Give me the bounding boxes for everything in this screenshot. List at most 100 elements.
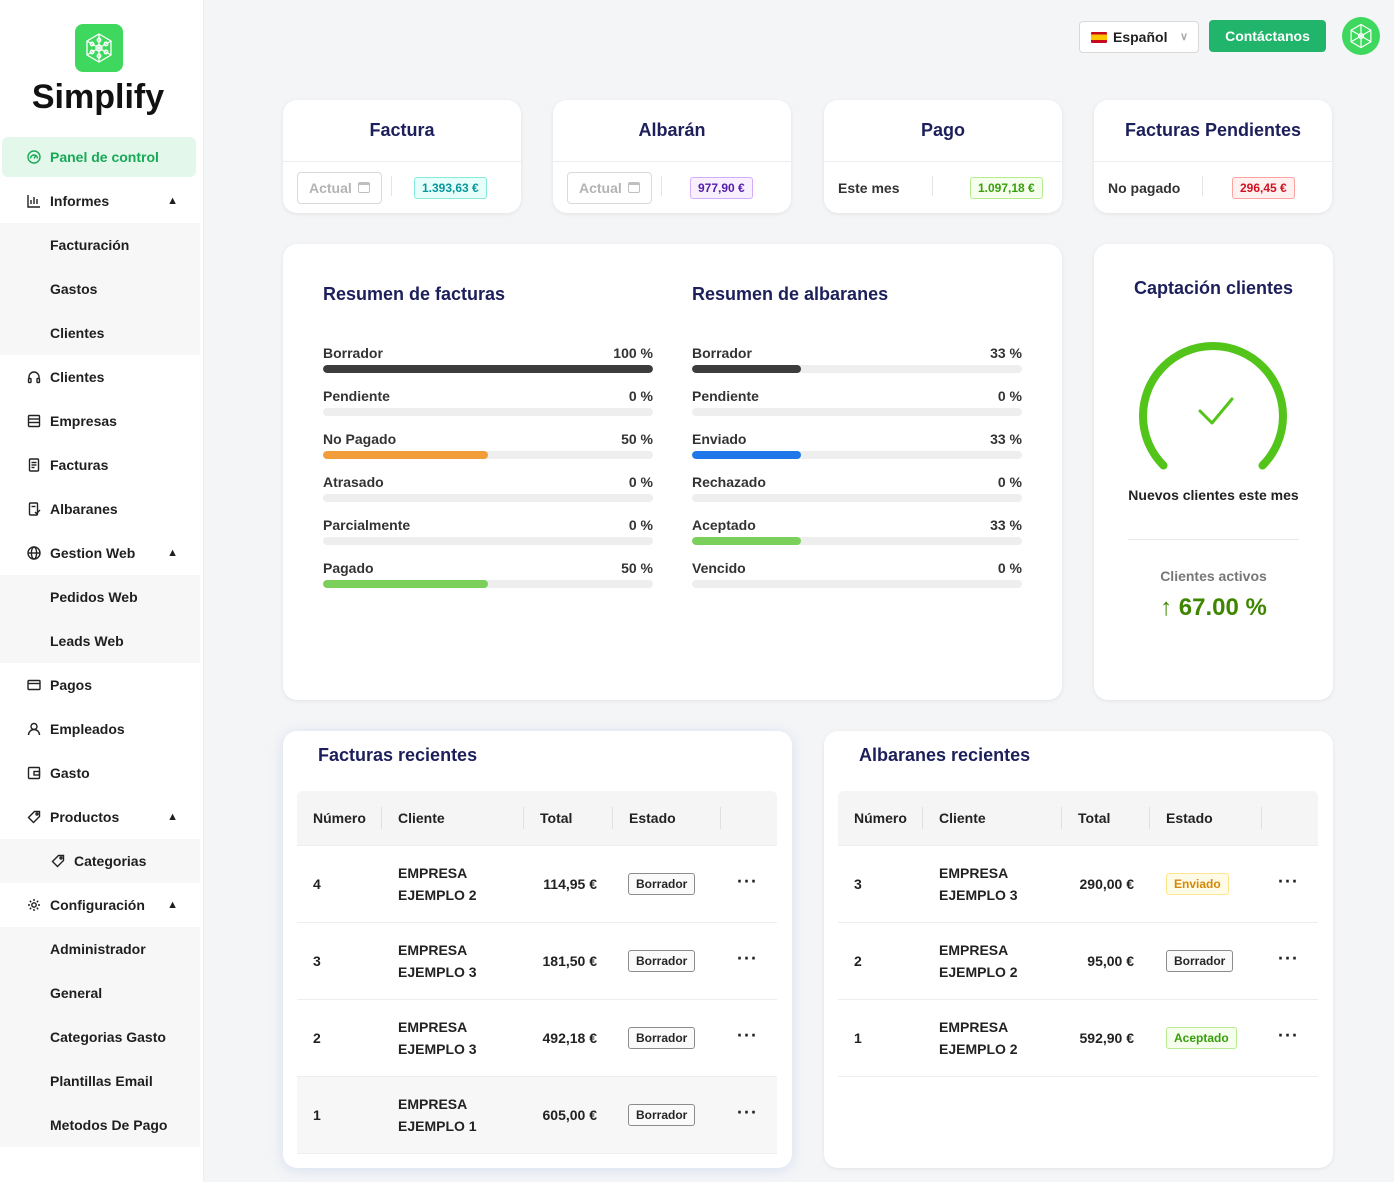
column-header[interactable]: Cliente [398, 810, 445, 826]
client-capture-card: Captación clientes Nuevos clientes este … [1094, 244, 1333, 700]
logo-icon[interactable] [75, 24, 123, 72]
sidebar-item-facturas[interactable]: Facturas [0, 443, 200, 487]
sidebar-item-empresas[interactable]: Empresas [0, 399, 200, 443]
sidebar-item-categorias[interactable]: Categorias [0, 839, 200, 883]
sidebar-item-albaranes[interactable]: Albaranes [0, 487, 200, 531]
sidebar-item-label: Clientes [50, 325, 105, 341]
recent-invoices-card: Facturas recientes Número Cliente Total … [283, 731, 792, 1168]
cell-total: 605,00 € [542, 1107, 598, 1123]
column-header[interactable]: Estado [1166, 810, 1213, 826]
progress-track [323, 365, 653, 373]
column-header[interactable]: Número [854, 810, 907, 826]
sidebar-item-gasto[interactable]: Gasto [0, 751, 200, 795]
sidebar-item-label: Empresas [50, 413, 117, 429]
sidebar-item-general[interactable]: General [0, 971, 200, 1015]
cell-numero: 3 [854, 876, 862, 892]
column-header[interactable]: Total [1078, 810, 1110, 826]
progress-percent: 0 % [997, 388, 1022, 404]
sidebar-item-clientes-report[interactable]: Clientes [0, 311, 200, 355]
column-header[interactable]: Estado [629, 810, 676, 826]
progress-track [692, 365, 1022, 373]
more-actions-icon[interactable]: ··· [1278, 948, 1299, 969]
progress-label: Pendiente [323, 388, 390, 404]
progress-row: Enviado 33 % [692, 431, 1022, 474]
sidebar-item-metodos-pago[interactable]: Metodos De Pago [0, 1103, 200, 1147]
table-row[interactable]: 3 EMPRESA EJEMPLO 3 181,50 € Borrador ··· [297, 923, 777, 1000]
progress-percent: 100 % [613, 345, 653, 361]
settings-icon [26, 897, 42, 913]
date-filter[interactable]: Actual [297, 171, 382, 204]
avatar[interactable] [1342, 17, 1380, 55]
date-filter[interactable]: Actual [567, 171, 652, 204]
progress-percent: 33 % [990, 431, 1022, 447]
more-actions-icon[interactable]: ··· [737, 871, 758, 892]
more-actions-icon[interactable]: ··· [737, 948, 758, 969]
sidebar-item-label: Gasto [50, 765, 90, 781]
table-row[interactable]: 2 EMPRESA EJEMPLO 2 95,00 € Borrador ··· [838, 923, 1318, 1000]
sidebar-item-label: Clientes [50, 369, 105, 385]
sidebar-item-categorias-gasto[interactable]: Categorias Gasto [0, 1015, 200, 1059]
sidebar-item-label: Administrador [50, 941, 146, 957]
cell-total: 181,50 € [542, 953, 598, 969]
sidebar-item-clientes[interactable]: Clientes [0, 355, 200, 399]
table-row[interactable]: 1 EMPRESA EJEMPLO 1 605,00 € Borrador ··· [297, 1077, 777, 1154]
cliente-line: EJEMPLO 1 [398, 1118, 477, 1134]
column-header[interactable]: Total [540, 810, 572, 826]
cell-cliente: EMPRESA EJEMPLO 3 [398, 939, 498, 983]
column-header[interactable]: Número [313, 810, 366, 826]
submenu-productos: Categorias [0, 839, 200, 883]
progress-row: Pagado 50 % [323, 560, 653, 603]
sidebar-item-leads-web[interactable]: Leads Web [0, 619, 200, 663]
cell-total: 592,90 € [1079, 1030, 1135, 1046]
wallet-icon [26, 765, 42, 781]
more-actions-icon[interactable]: ··· [737, 1102, 758, 1123]
kpi-value-badge: 1.097,18 € [970, 176, 1043, 199]
chevron-up-icon: ▲ [167, 899, 178, 911]
table-row[interactable]: 4 EMPRESA EJEMPLO 2 114,95 € Borrador ··· [297, 846, 777, 923]
table-row[interactable]: 2 EMPRESA EJEMPLO 3 492,18 € Borrador ··· [297, 1000, 777, 1077]
cliente-line: EMPRESA [939, 865, 1009, 881]
sidebar-item-gastos[interactable]: Gastos [0, 267, 200, 311]
user-icon [26, 721, 42, 737]
progress-track [692, 408, 1022, 416]
sidebar-item-pedidos-web[interactable]: Pedidos Web [0, 575, 200, 619]
sidebar-item-pagos[interactable]: Pagos [0, 663, 200, 707]
sidebar-item-facturacion[interactable]: Facturación [0, 223, 200, 267]
sidebar-item-empleados[interactable]: Empleados [0, 707, 200, 751]
recent-deliveries-card: Albaranes recientes Número Cliente Total… [824, 731, 1333, 1168]
progress-label: Parcialmente [323, 517, 411, 533]
divider [1202, 176, 1203, 196]
divider [612, 807, 613, 829]
cell-cliente: EMPRESA EJEMPLO 3 [398, 1016, 498, 1060]
arrow-up-icon: ↑ [1160, 594, 1173, 621]
table-row[interactable]: 3 EMPRESA EJEMPLO 3 290,00 € Enviado ··· [838, 846, 1318, 923]
sidebar-item-administrador[interactable]: Administrador [0, 927, 200, 971]
progress-track [323, 537, 653, 545]
sidebar-item-informes[interactable]: Informes ▲ [0, 179, 200, 223]
more-actions-icon[interactable]: ··· [1278, 871, 1299, 892]
more-actions-icon[interactable]: ··· [1278, 1025, 1299, 1046]
cell-total: 492,18 € [542, 1030, 598, 1046]
progress-fill [323, 365, 653, 373]
active-clients-value: ↑ 67.00 % [1094, 594, 1333, 622]
cell-estado: Aceptado [1166, 1027, 1237, 1049]
sidebar-item-productos[interactable]: Productos ▲ [0, 795, 200, 839]
cell-estado: Borrador [628, 1104, 696, 1126]
sidebar-item-panel[interactable]: Panel de control [2, 137, 196, 177]
sidebar-item-gestion-web[interactable]: Gestion Web ▲ [0, 531, 200, 575]
delivery-summary-title: Resumen de albaranes [692, 284, 889, 304]
sidebar-item-label: Albaranes [50, 501, 118, 517]
more-actions-icon[interactable]: ··· [737, 1025, 758, 1046]
sidebar: Simplify Panel de control Informes ▲ Fac… [0, 0, 204, 1182]
progress-row: Borrador 33 % [692, 345, 1022, 388]
sidebar-item-plantillas-email[interactable]: Plantillas Email [0, 1059, 200, 1103]
progress-row: Parcialmente 0 % [323, 517, 653, 560]
table-row[interactable]: 1 EMPRESA EJEMPLO 2 592,90 € Aceptado ··· [838, 1000, 1318, 1077]
date-filter-placeholder: Actual [579, 179, 622, 196]
language-select[interactable]: Español ∨ [1079, 21, 1199, 53]
progress-row: Rechazado 0 % [692, 474, 1022, 517]
cliente-line: EMPRESA [398, 1019, 468, 1035]
sidebar-item-configuracion[interactable]: Configuración ▲ [0, 883, 200, 927]
column-header[interactable]: Cliente [939, 810, 986, 826]
contact-button[interactable]: Contáctanos [1209, 20, 1326, 52]
